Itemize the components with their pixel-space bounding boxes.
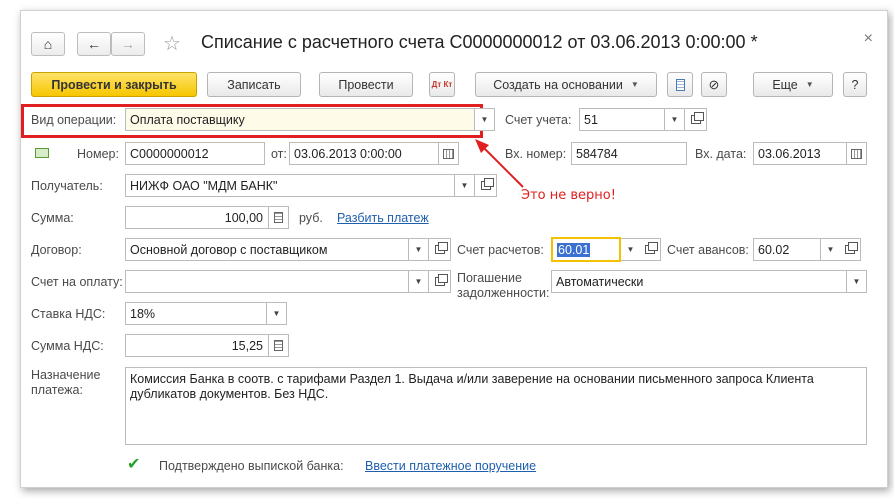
more-button[interactable]: Еще ▼: [753, 72, 833, 97]
open-account-button[interactable]: [685, 108, 707, 131]
chevron-down-icon[interactable]: ▼: [621, 238, 641, 261]
chevron-down-icon[interactable]: ▼: [821, 238, 841, 261]
purpose-label: Назначение платежа:: [31, 368, 100, 398]
post-button[interactable]: Провести: [319, 72, 413, 97]
create-based-on-label: Создать на основании: [493, 77, 623, 92]
open-icon: [644, 242, 658, 254]
calculator-button[interactable]: [269, 206, 289, 229]
open-icon: [844, 242, 858, 254]
chevron-down-icon: ▼: [805, 80, 814, 89]
number-input[interactable]: С0000000012: [125, 142, 265, 165]
window-title: Списание с расчетного счета С0000000012 …: [201, 32, 758, 52]
attach-button[interactable]: ⊘: [701, 72, 727, 97]
document-window: ⌂ ← → ☆ Списание с расчетного счета С000…: [20, 10, 888, 488]
advance-account-label: Счет авансов:: [667, 243, 749, 257]
advance-account-input[interactable]: 60.02: [753, 238, 821, 261]
chevron-down-icon[interactable]: ▼: [665, 108, 685, 131]
purpose-label-line2: платежа:: [31, 383, 83, 397]
help-button[interactable]: ?: [843, 72, 867, 97]
chevron-down-icon[interactable]: ▼: [847, 270, 867, 293]
arrow-left-icon: ←: [87, 36, 101, 52]
edit-number-icon[interactable]: [35, 148, 49, 158]
home-icon: ⌂: [43, 36, 53, 52]
annotation-text: Это не верно!: [521, 188, 616, 203]
dtkt-icon[interactable]: Дт Кт: [429, 72, 455, 97]
confirmed-label: Подтверждено выпиской банка:: [159, 459, 344, 473]
amount-label: Сумма:: [31, 211, 74, 225]
open-contract-button[interactable]: [429, 238, 451, 261]
date-label: от:: [271, 147, 287, 161]
vat-amount-input[interactable]: 15,25: [125, 334, 269, 357]
chevron-down-icon[interactable]: ▼: [409, 238, 429, 261]
back-button[interactable]: ←: [77, 32, 111, 56]
debt-repayment-label: Погашение задолженности:: [457, 271, 549, 301]
number-label: Номер:: [77, 147, 119, 161]
calendar-icon: [851, 148, 862, 159]
invoice-label: Счет на оплату:: [31, 275, 123, 289]
open-icon: [690, 112, 704, 124]
open-icon: [434, 242, 448, 254]
debt-repayment-label-line2: задолженности:: [457, 286, 550, 300]
currency-label: руб.: [299, 211, 323, 225]
chevron-down-icon: ▼: [630, 80, 639, 89]
chevron-down-icon[interactable]: ▼: [475, 108, 495, 131]
document-icon: [675, 78, 685, 91]
recipient-label: Получатель:: [31, 179, 103, 193]
incoming-date-input[interactable]: 03.06.2013: [753, 142, 847, 165]
purpose-textarea[interactable]: Комиссия Банка в соотв. с тарифами Разде…: [125, 367, 867, 445]
amount-input[interactable]: 100,00: [125, 206, 269, 229]
chevron-down-icon[interactable]: ▼: [267, 302, 287, 325]
purpose-label-line1: Назначение: [31, 368, 101, 382]
incoming-date-label: Вх. дата:: [695, 147, 747, 161]
open-invoice-button[interactable]: [429, 270, 451, 293]
debt-repayment-select[interactable]: Автоматически: [551, 270, 847, 293]
open-icon: [434, 274, 448, 286]
more-label: Еще: [772, 77, 798, 92]
split-payment-link[interactable]: Разбить платеж: [337, 211, 429, 225]
vat-amount-label: Сумма НДС:: [31, 339, 104, 353]
recipient-input[interactable]: НИЖФ ОАО "МДМ БАНК": [125, 174, 455, 197]
favorite-star-icon[interactable]: ☆: [163, 31, 181, 56]
open-advance-account-button[interactable]: [839, 238, 861, 261]
invoice-input[interactable]: [125, 270, 409, 293]
calculator-icon: [274, 212, 283, 223]
account-label: Счет учета:: [505, 113, 572, 127]
vat-calculator-button[interactable]: [269, 334, 289, 357]
settlement-account-value: 60.01: [557, 242, 591, 257]
open-settlement-account-button[interactable]: [639, 238, 661, 261]
close-icon[interactable]: ×: [864, 30, 873, 48]
operation-type-select[interactable]: Оплата поставщику: [125, 108, 475, 131]
settlement-account-input[interactable]: 60.01: [551, 237, 621, 262]
forward-button[interactable]: →: [111, 32, 145, 56]
date-picker-button[interactable]: [439, 142, 459, 165]
enter-payment-order-link[interactable]: Ввести платежное поручение: [365, 459, 536, 473]
arrow-right-icon: →: [121, 36, 135, 52]
vat-rate-select[interactable]: 18%: [125, 302, 267, 325]
paperclip-icon: ⊘: [708, 76, 720, 92]
post-and-close-button[interactable]: Провести и закрыть: [31, 72, 197, 97]
save-button[interactable]: Записать: [207, 72, 301, 97]
confirmed-checkbox[interactable]: ✔: [127, 457, 141, 473]
contract-label: Договор:: [31, 243, 82, 257]
contract-input[interactable]: Основной договор с поставщиком: [125, 238, 409, 261]
account-input[interactable]: 51: [579, 108, 665, 131]
chevron-down-icon[interactable]: ▼: [409, 270, 429, 293]
debt-repayment-label-line1: Погашение: [457, 271, 522, 285]
calculator-icon: [274, 340, 283, 351]
dtkt-label: Дт Кт: [431, 79, 453, 89]
incoming-date-picker-button[interactable]: [847, 142, 867, 165]
print-button[interactable]: [667, 72, 693, 97]
create-based-on-button[interactable]: Создать на основании ▼: [475, 72, 657, 97]
home-button[interactable]: ⌂: [31, 32, 65, 56]
operation-type-label: Вид операции:: [31, 113, 117, 127]
date-input[interactable]: 03.06.2013 0:00:00: [289, 142, 439, 165]
vat-rate-label: Ставка НДС:: [31, 307, 106, 321]
calendar-icon: [443, 148, 454, 159]
incoming-number-input[interactable]: 584784: [571, 142, 687, 165]
settlement-account-label: Счет расчетов:: [457, 243, 544, 257]
